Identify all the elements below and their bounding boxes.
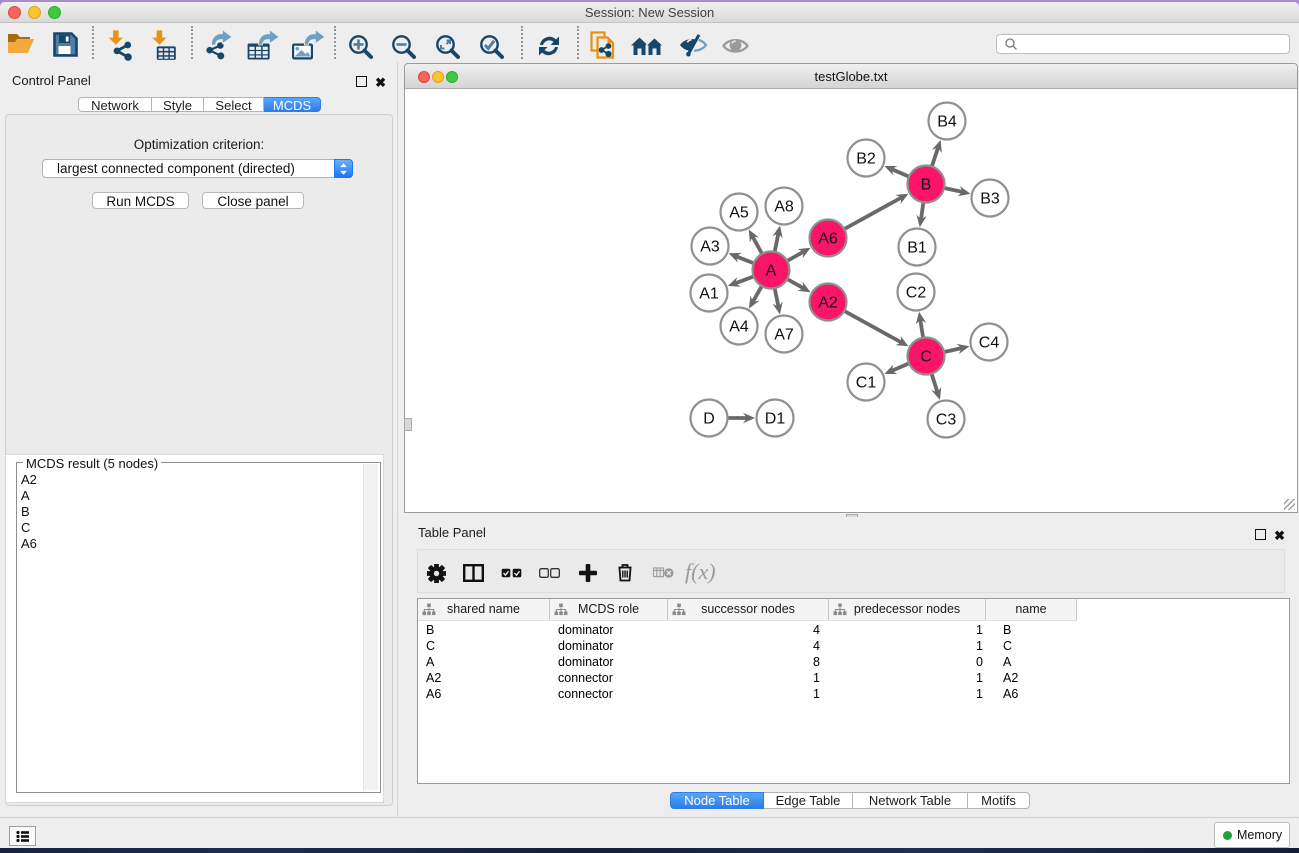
svg-text:A8: A8 xyxy=(774,199,794,216)
svg-text:B3: B3 xyxy=(980,191,1000,208)
svg-text:B: B xyxy=(921,177,932,194)
svg-text:C3: C3 xyxy=(936,412,957,429)
svg-text:C1: C1 xyxy=(856,375,877,392)
svg-text:D: D xyxy=(703,411,715,428)
svg-text:C4: C4 xyxy=(979,335,1000,352)
svg-text:C: C xyxy=(920,349,932,366)
svg-text:A7: A7 xyxy=(774,327,794,344)
svg-text:A1: A1 xyxy=(699,286,719,303)
svg-text:A3: A3 xyxy=(700,239,720,256)
svg-text:B4: B4 xyxy=(937,114,957,131)
svg-text:f(x): f(x) xyxy=(685,559,716,584)
svg-text:B1: B1 xyxy=(907,240,927,257)
svg-text:A4: A4 xyxy=(729,319,749,336)
svg-text:A: A xyxy=(766,263,777,280)
svg-text:A2: A2 xyxy=(818,295,838,312)
svg-text:A5: A5 xyxy=(729,205,749,222)
svg-text:B2: B2 xyxy=(856,151,876,168)
svg-text:A6: A6 xyxy=(818,231,838,248)
svg-text:D1: D1 xyxy=(765,411,786,428)
svg-text:C2: C2 xyxy=(906,285,927,302)
